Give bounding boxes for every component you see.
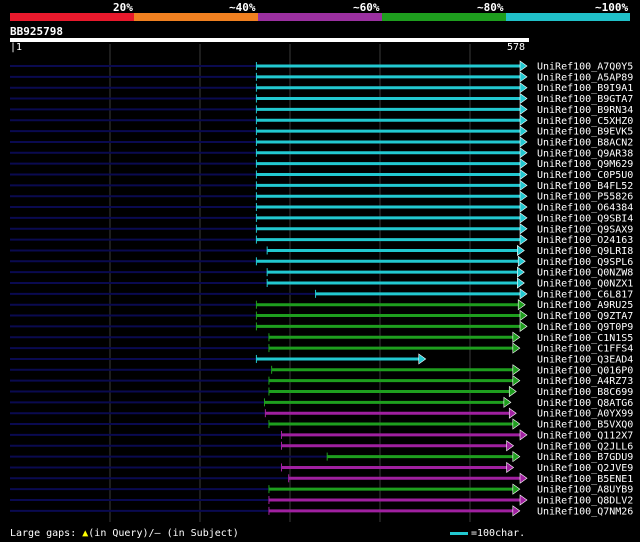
hit-arrowhead xyxy=(519,92,528,105)
hit-label[interactable]: UniRef100_B5VXQ0 xyxy=(537,420,633,431)
gap-query-text: (in Query)/ xyxy=(88,528,155,539)
hit-arrowhead xyxy=(517,299,526,311)
scale-label: =100char. xyxy=(471,528,526,539)
hit-label[interactable]: UniRef100_Q8ATG6 xyxy=(537,398,633,409)
hit-label[interactable]: UniRef100_Q112X7 xyxy=(537,430,633,441)
hit-arrowhead xyxy=(512,375,521,387)
hit-arrowhead xyxy=(503,396,512,408)
hit-arrowhead xyxy=(512,451,521,463)
hit-label[interactable]: UniRef100_Q9LRI8 xyxy=(537,246,633,257)
hit-arrowhead xyxy=(519,472,528,484)
hit-arrowhead xyxy=(418,353,427,365)
hit-label[interactable]: UniRef100_B9EVK5 xyxy=(537,127,633,138)
hit-arrowhead xyxy=(519,147,528,159)
hit-label[interactable]: UniRef100_C1N1S5 xyxy=(537,333,633,344)
hit-arrowhead xyxy=(519,212,528,224)
hit-label[interactable]: UniRef100_C5XHZ0 xyxy=(537,116,633,127)
hit-label[interactable]: UniRef100_A9RU25 xyxy=(537,300,633,311)
alignment-graphic: UniRef100_A7Q0Y5UniRef100_A5AP89UniRef10… xyxy=(10,44,633,522)
hit-arrowhead xyxy=(512,342,521,354)
hit-arrowhead xyxy=(519,179,528,191)
hit-label[interactable]: UniRef100_B9I9A1 xyxy=(537,83,633,94)
hit-arrowhead xyxy=(519,309,528,322)
hit-arrowhead xyxy=(506,461,515,474)
hit-label[interactable]: UniRef100_A7Q0Y5 xyxy=(537,62,633,73)
hit-label[interactable]: UniRef100_C6L817 xyxy=(537,289,633,300)
hit-arrowhead xyxy=(519,201,528,213)
hit-label[interactable]: UniRef100_B9RN34 xyxy=(537,105,633,116)
hit-arrowhead xyxy=(519,320,528,332)
hit-arrowhead xyxy=(519,136,528,148)
hit-label[interactable]: UniRef100_Q016P0 xyxy=(537,365,633,376)
hit-arrowhead xyxy=(519,71,528,83)
hit-arrowhead xyxy=(512,418,521,430)
hit-arrowhead xyxy=(508,407,517,419)
hit-arrowhead xyxy=(517,255,526,267)
hit-arrowhead xyxy=(512,483,521,495)
hit-label[interactable]: UniRef100_Q2JVE9 xyxy=(537,463,633,474)
hit-label[interactable]: UniRef100_B7GDU9 xyxy=(537,452,633,463)
large-gaps-legend: Large gaps: ▲(in Query)/– (in Subject) xyxy=(10,528,239,539)
hit-arrowhead xyxy=(519,288,528,300)
hit-arrowhead xyxy=(508,385,517,398)
hit-arrowhead xyxy=(512,364,521,376)
hit-label[interactable]: UniRef100_O64384 xyxy=(537,203,633,214)
hit-arrowhead xyxy=(519,494,528,506)
hit-arrowhead xyxy=(519,429,528,441)
hit-label[interactable]: UniRef100_Q7NM26 xyxy=(537,506,633,517)
hit-label[interactable]: UniRef100_C1FFS4 xyxy=(537,344,633,355)
hit-label[interactable]: UniRef100_Q0NZX1 xyxy=(537,279,633,290)
hit-label[interactable]: UniRef100_Q9AR38 xyxy=(537,148,633,159)
hit-label[interactable]: UniRef100_A0YX99 xyxy=(537,409,633,420)
hit-label[interactable]: UniRef100_B8ACN2 xyxy=(537,137,633,148)
hit-arrowhead xyxy=(519,158,528,170)
hit-label[interactable]: UniRef100_B9GTA7 xyxy=(537,94,633,105)
hit-arrowhead xyxy=(519,223,528,235)
scale-swatch xyxy=(450,531,468,535)
hit-arrowhead xyxy=(506,440,515,452)
hit-label[interactable]: UniRef100_A5AP89 xyxy=(537,72,633,83)
hit-label[interactable]: UniRef100_Q9T0P9 xyxy=(537,322,633,333)
hit-arrowhead xyxy=(519,190,528,202)
hit-label[interactable]: UniRef100_Q2JLL6 xyxy=(537,441,633,452)
hit-arrowhead xyxy=(512,331,521,343)
hit-label[interactable]: UniRef100_Q9SAX9 xyxy=(537,224,633,235)
hit-arrowhead xyxy=(519,82,528,94)
hit-label[interactable]: UniRef100_B4FL52 xyxy=(537,181,633,192)
hit-label[interactable]: UniRef100_Q0NZW8 xyxy=(537,268,633,279)
hit-label[interactable]: UniRef100_C0P5U0 xyxy=(537,170,633,181)
hit-label[interactable]: UniRef100_B5ENE1 xyxy=(537,474,633,485)
hit-arrowhead xyxy=(519,125,528,137)
hit-label[interactable]: UniRef100_Q3EAD4 xyxy=(537,354,633,365)
large-gaps-prefix: Large gaps: xyxy=(10,528,83,539)
hit-arrowhead xyxy=(519,234,528,246)
hit-label[interactable]: UniRef100_A8UYB9 xyxy=(537,485,633,496)
gap-subject-text: (in Subject) xyxy=(160,528,239,539)
hit-label[interactable]: UniRef100_Q9SBI4 xyxy=(537,213,633,224)
hit-arrowhead xyxy=(517,244,525,257)
hit-label[interactable]: UniRef100_B8C699 xyxy=(537,387,633,398)
hit-arrowhead xyxy=(517,277,525,289)
hit-label[interactable]: UniRef100_A4RZ73 xyxy=(537,376,633,387)
hit-arrowhead xyxy=(512,505,521,517)
hit-label[interactable]: UniRef100_P55826 xyxy=(537,192,633,203)
hit-label[interactable]: UniRef100_Q9SPL6 xyxy=(537,257,633,268)
hit-arrowhead xyxy=(517,266,525,278)
hit-label[interactable]: UniRef100_Q9M629 xyxy=(537,159,633,170)
hit-arrowhead xyxy=(519,103,528,115)
hit-label[interactable]: UniRef100_O24163 xyxy=(537,235,633,246)
scale-legend: =100char. xyxy=(450,528,525,539)
hit-arrowhead xyxy=(519,60,528,72)
hit-label[interactable]: UniRef100_Q8DLV2 xyxy=(537,496,633,507)
hit-arrowhead xyxy=(519,168,528,181)
hit-arrowhead xyxy=(519,114,528,126)
hit-label[interactable]: UniRef100_Q9ZTA7 xyxy=(537,311,633,322)
